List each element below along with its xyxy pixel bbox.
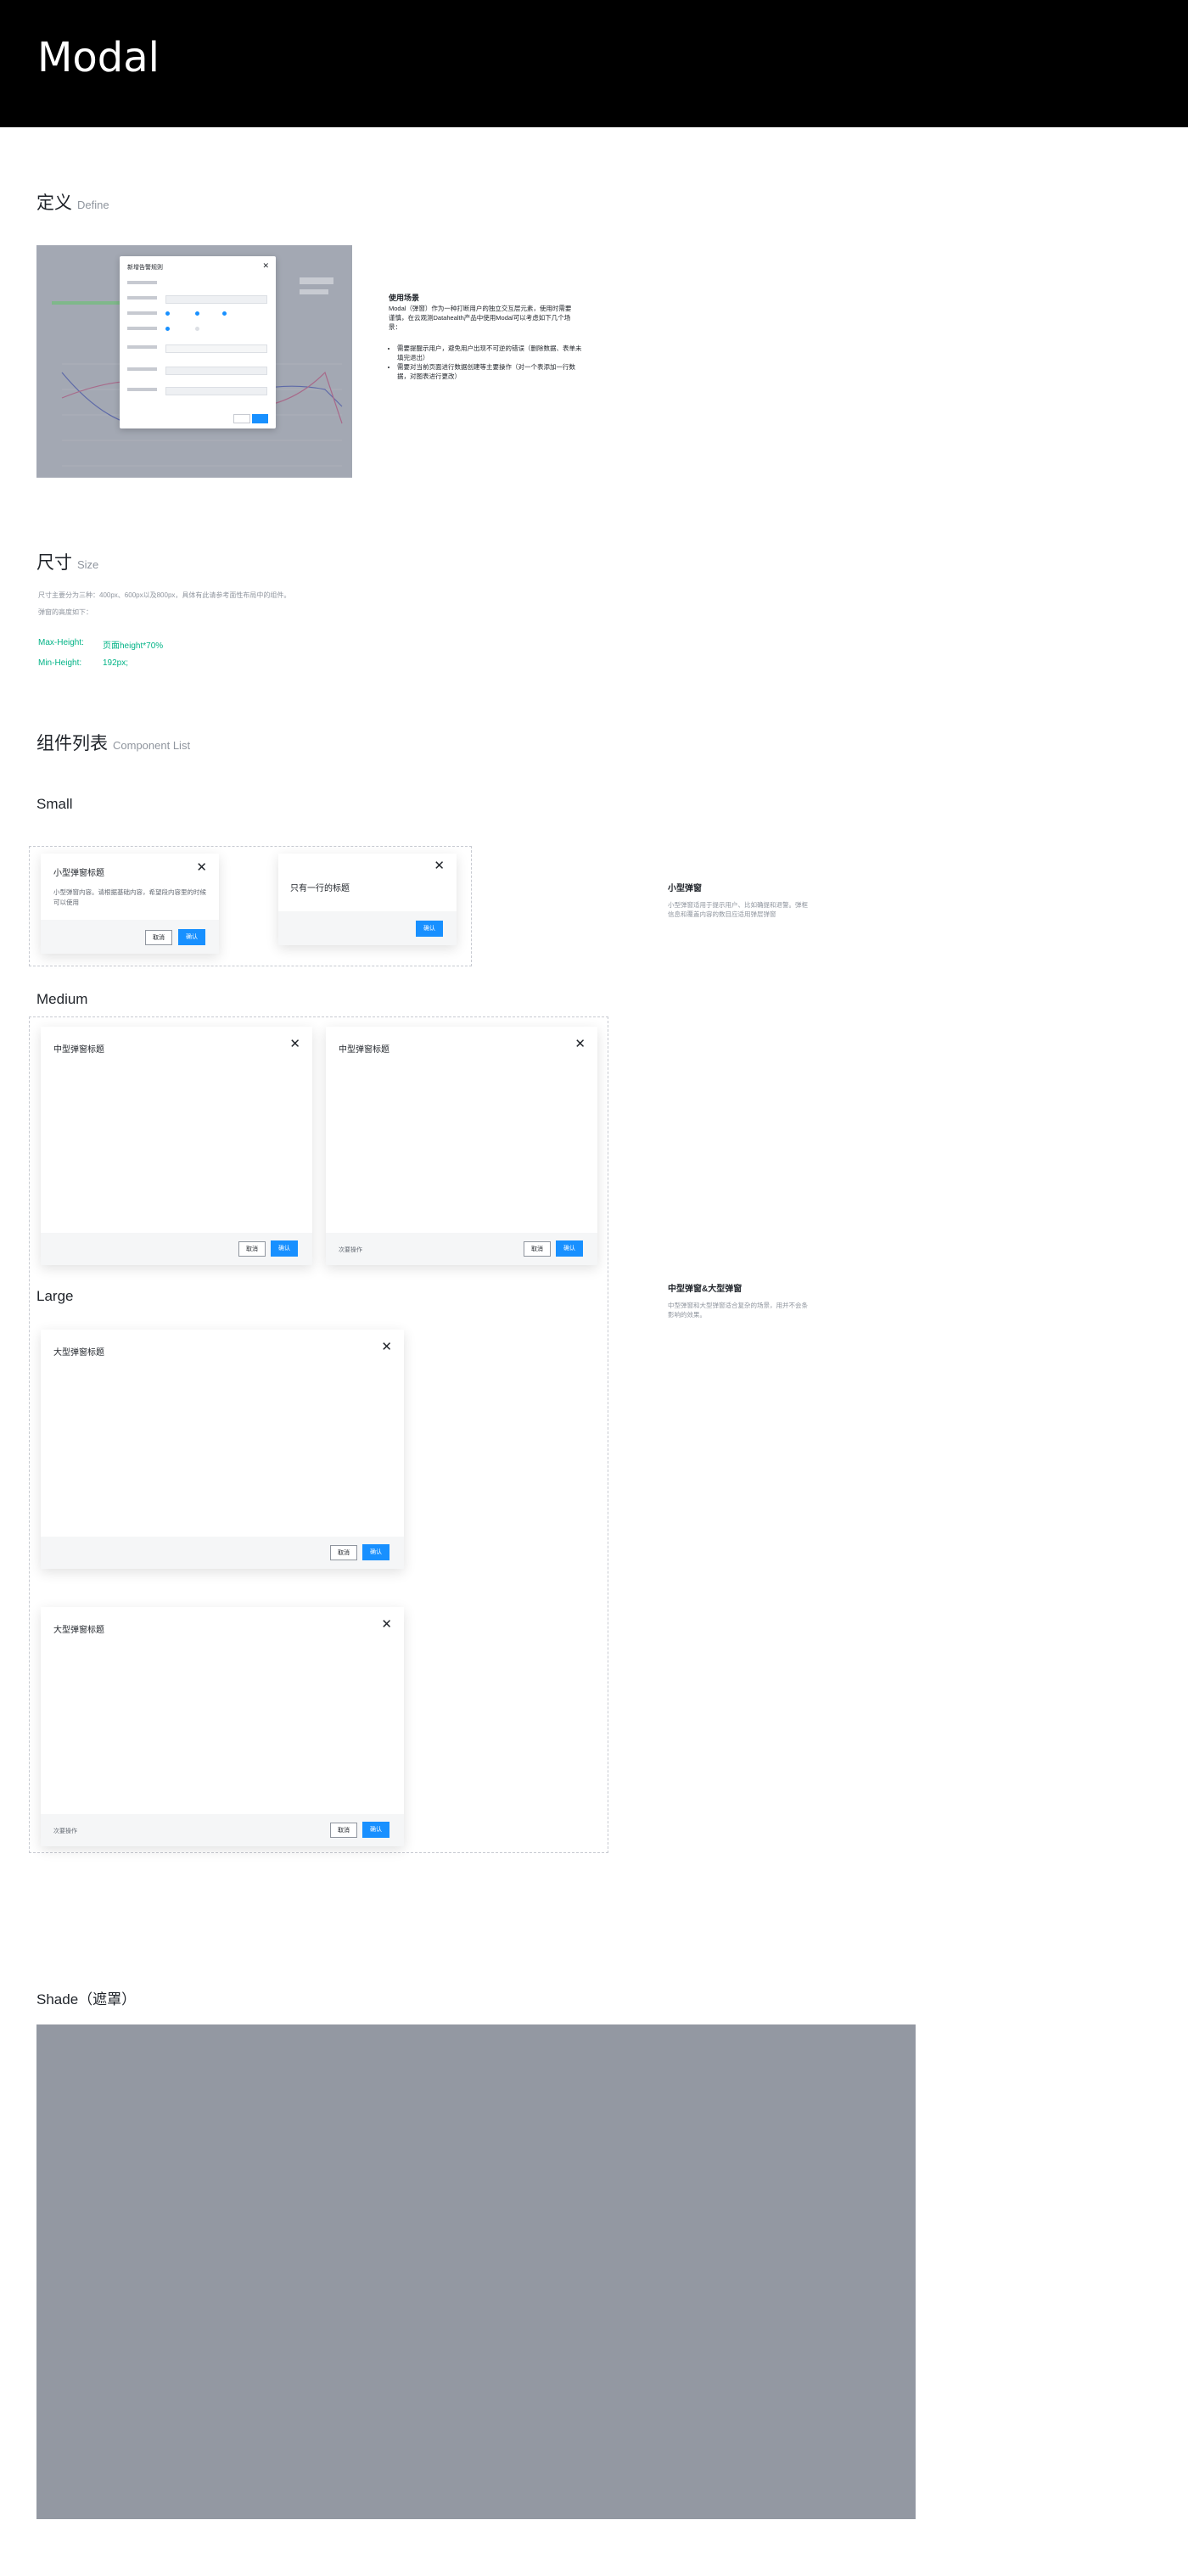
preview-form-row xyxy=(127,295,268,304)
close-icon[interactable]: ✕ xyxy=(381,1340,392,1355)
usage-description: Modal（弹窗）作为一种打断用户的独立交互层元素，使用时需要谨慎，在云观测Da… xyxy=(389,305,572,331)
medium-modal: 中型弹窗标题 ✕ 取消 确认 xyxy=(41,1027,312,1265)
preview-ok-button xyxy=(252,414,268,423)
modal-footer: 取消 确认 xyxy=(41,1537,404,1569)
large-label: Large xyxy=(36,1288,74,1304)
page-title: Modal xyxy=(37,34,160,81)
modal-footer: 取消 确认 xyxy=(41,920,219,954)
define-preview: 新增告警规则 ✕ xyxy=(36,245,352,478)
modal-body: 小型弹窗内容。请根据基础内容，希望段内容里的时候可以使用 xyxy=(53,888,206,906)
components-title: 组件列表 xyxy=(36,734,108,753)
modal-title: 小型弹窗标题 xyxy=(53,869,104,878)
confirm-button[interactable]: 确认 xyxy=(556,1240,583,1257)
large-modal-with-extra: 大型弹窗标题 ✕ 次要操作 取消 确认 xyxy=(41,1607,404,1846)
preview-cancel-button xyxy=(233,414,250,423)
modal-title: 只有一行的标题 xyxy=(290,884,350,893)
medium-label: Medium xyxy=(36,991,88,1007)
modal-footer: 取消 确认 xyxy=(41,1233,312,1265)
usage-title: 使用场景 xyxy=(389,294,420,302)
preview-form-row xyxy=(127,311,268,318)
close-icon[interactable]: ✕ xyxy=(434,859,445,874)
secondary-action-link[interactable]: 次要操作 xyxy=(53,1827,77,1835)
min-height-label: Min-Height: xyxy=(38,658,82,668)
shade-title: Shade（遮罩） xyxy=(36,1991,137,2008)
page-header xyxy=(0,0,1188,127)
close-icon[interactable]: ✕ xyxy=(289,1037,300,1052)
close-icon[interactable]: ✕ xyxy=(574,1037,586,1052)
preview-modal: 新增告警规则 ✕ xyxy=(120,256,276,428)
preview-modal-title: 新增告警规则 xyxy=(127,265,163,271)
confirm-button[interactable]: 确认 xyxy=(362,1544,389,1560)
cancel-button[interactable]: 取消 xyxy=(330,1545,357,1560)
preview-form-row xyxy=(127,344,268,353)
modal-title: 大型弹窗标题 xyxy=(53,1348,104,1358)
small-label: Small xyxy=(36,796,73,812)
components-title-en: Component List xyxy=(113,739,191,752)
confirm-button[interactable]: 确认 xyxy=(362,1822,389,1838)
define-heading: 定义 Define xyxy=(36,189,109,215)
shade-overlay-sample xyxy=(36,2024,916,2519)
small-modal: 小型弹窗标题 ✕ 小型弹窗内容。请根据基础内容，希望段内容里的时候可以使用 取消… xyxy=(41,854,219,954)
modal-footer: 确认 xyxy=(278,911,457,945)
size-heading: 尺寸 Size xyxy=(36,549,98,574)
large-modal: 大型弹窗标题 ✕ 取消 确认 xyxy=(41,1330,404,1569)
ml-side-title: 中型弹窗&大型弹窗 xyxy=(668,1285,742,1294)
close-icon[interactable]: ✕ xyxy=(381,1617,392,1632)
medium-modal-with-extra: 中型弹窗标题 ✕ 次要操作 取消 确认 xyxy=(326,1027,597,1265)
preview-form-row xyxy=(127,387,268,395)
confirm-button[interactable]: 确认 xyxy=(416,921,443,937)
small-side-title: 小型弹窗 xyxy=(668,884,702,893)
usage-list: 需要提醒示用户，避免用户出现不可逆的错误（删除数据、表单未填完退出） 需要对当前… xyxy=(389,344,586,381)
usage-item: 需要提醒示用户，避免用户出现不可逆的错误（删除数据、表单未填完退出） xyxy=(397,344,586,362)
close-icon[interactable]: ✕ xyxy=(196,860,207,876)
min-height-value: 192px; xyxy=(103,658,129,668)
cancel-button[interactable]: 取消 xyxy=(330,1823,357,1838)
cancel-button[interactable]: 取消 xyxy=(145,930,172,945)
close-icon: ✕ xyxy=(262,261,269,270)
preview-form-row xyxy=(127,326,268,333)
modal-title: 中型弹窗标题 xyxy=(339,1045,389,1055)
size-height-note: 弹窗的高度如下： xyxy=(38,608,92,616)
confirm-button[interactable]: 确认 xyxy=(271,1240,298,1257)
small-modal-one-line: 只有一行的标题 ✕ 确认 xyxy=(278,854,457,945)
max-height-value: 页面height*70% xyxy=(103,641,164,651)
preview-form-row xyxy=(127,280,268,288)
size-desc: 尺寸主要分为三种：400px、600px以及800px，具体有此请参考面性布局中… xyxy=(38,591,291,599)
confirm-button[interactable]: 确认 xyxy=(178,929,205,945)
max-height-label: Max-Height: xyxy=(38,638,84,647)
modal-title: 大型弹窗标题 xyxy=(53,1626,104,1635)
modal-footer: 次要操作 取消 确认 xyxy=(326,1233,597,1265)
modal-footer: 次要操作 取消 确认 xyxy=(41,1814,404,1846)
cancel-button[interactable]: 取消 xyxy=(524,1241,551,1257)
define-title-en: Define xyxy=(77,199,109,211)
preview-form-row xyxy=(127,367,268,375)
components-heading: 组件列表 Component List xyxy=(36,730,190,755)
define-title: 定义 xyxy=(36,193,72,213)
cancel-button[interactable]: 取消 xyxy=(238,1241,266,1257)
modal-title: 中型弹窗标题 xyxy=(53,1045,104,1055)
size-title-en: Size xyxy=(77,558,99,571)
ml-side-desc: 中型弹窗和大型弹窗适合复杂的场景，用并不会条影响的效果。 xyxy=(668,1302,808,1319)
secondary-action-link[interactable]: 次要操作 xyxy=(339,1246,362,1254)
size-title: 尺寸 xyxy=(36,553,72,573)
small-side-desc: 小型弹窗适用于提示用户、比如确提和退警。弹框信息和覆盖内容的数目应适用弹层弹窗 xyxy=(668,901,808,918)
usage-item: 需要对当前页面进行数据创建等主要操作（对一个表添加一行数据，对图表进行更改） xyxy=(397,362,586,381)
